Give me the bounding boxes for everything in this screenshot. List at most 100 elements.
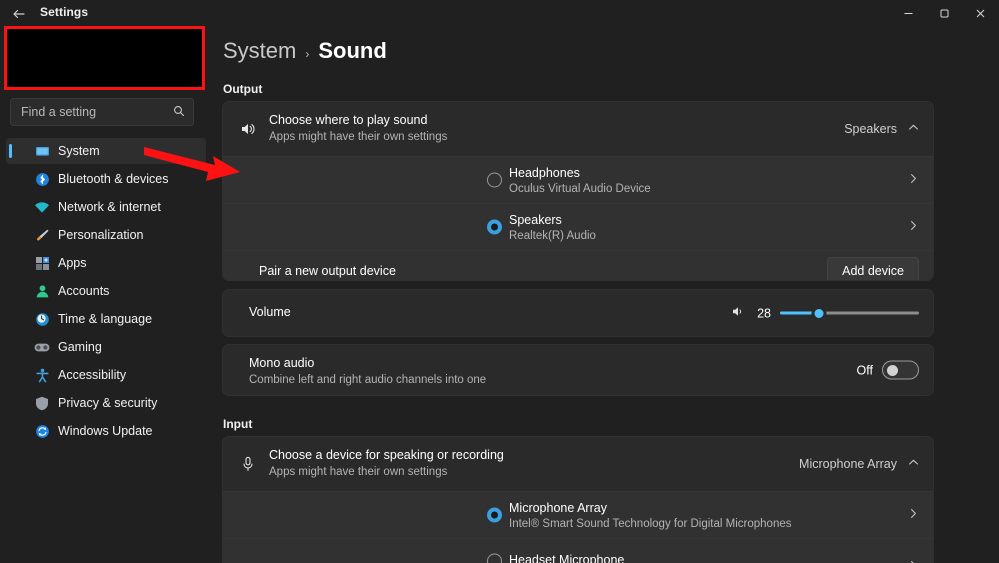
window-controls: [890, 0, 999, 26]
speaker-small-icon: [731, 305, 745, 322]
output-chooser-subtitle: Apps might have their own settings: [269, 131, 448, 143]
accessibility-icon: [34, 367, 50, 383]
volume-label: Volume: [249, 305, 291, 319]
sidebar-item-network-internet[interactable]: Network & internet: [6, 194, 206, 220]
pair-output-label: Pair a new output device: [259, 264, 396, 278]
breadcrumb: System › Sound: [223, 38, 387, 64]
output-device-headphones[interactable]: Headphones Oculus Virtual Audio Device: [223, 156, 933, 203]
input-device-name: Headset Microphone: [509, 553, 625, 563]
minimize-button[interactable]: [890, 0, 926, 26]
mono-audio-state: Off: [856, 363, 873, 377]
output-device-name: Headphones: [509, 166, 580, 180]
add-device-button[interactable]: Add device: [827, 257, 919, 280]
input-device-headset-microphone[interactable]: Headset Microphone: [223, 538, 933, 563]
sidebar: Find a setting System Bluetooth & device…: [0, 26, 212, 563]
volume-slider-group[interactable]: 28: [731, 305, 919, 322]
radio-speakers[interactable]: [487, 219, 502, 235]
input-chooser-title: Choose a device for speaking or recordin…: [269, 448, 504, 462]
sidebar-item-label: Bluetooth & devices: [58, 172, 169, 186]
main-content: System › Sound Output Choose where to pl…: [212, 26, 999, 563]
chevron-right-icon[interactable]: [908, 173, 919, 187]
window-title: Settings: [40, 5, 89, 19]
chevron-right-icon[interactable]: [908, 508, 919, 522]
search-placeholder: Find a setting: [21, 105, 97, 119]
sidebar-item-label: Time & language: [58, 312, 153, 326]
sidebar-item-accounts[interactable]: Accounts: [6, 278, 206, 304]
input-chooser-row[interactable]: Choose a device for speaking or recordin…: [223, 437, 933, 491]
input-card: Choose a device for speaking or recordin…: [222, 436, 934, 563]
sidebar-item-label: Accounts: [58, 284, 110, 298]
mono-audio-toggle[interactable]: [882, 360, 919, 380]
input-device-name: Microphone Array: [509, 501, 607, 515]
volume-row: Volume 28: [223, 290, 933, 336]
volume-value: 28: [757, 306, 771, 320]
gamepad-icon: [34, 339, 50, 355]
maximize-button[interactable]: [926, 0, 962, 26]
output-chooser-title: Choose where to play sound: [269, 113, 428, 127]
sidebar-item-privacy-security[interactable]: Privacy & security: [6, 390, 206, 416]
mono-audio-toggle-group[interactable]: Off: [856, 360, 919, 380]
input-section-label: Input: [223, 417, 253, 431]
chevron-up-icon[interactable]: [908, 457, 919, 471]
pair-output-device-row: Pair a new output device Add device: [223, 250, 933, 280]
mono-audio-title: Mono audio: [249, 356, 315, 370]
volume-card: Volume 28: [222, 289, 934, 337]
output-device-detail: Realtek(R) Audio: [509, 230, 596, 242]
output-section-label: Output: [223, 82, 263, 96]
sidebar-item-label: Apps: [58, 256, 87, 270]
settings-window: Settings Find a setting System Bluetooth…: [0, 0, 999, 563]
volume-slider-thumb[interactable]: [811, 305, 827, 321]
sidebar-item-label: Personalization: [58, 228, 144, 242]
sidebar-item-gaming[interactable]: Gaming: [6, 334, 206, 360]
close-button[interactable]: [962, 0, 999, 26]
sidebar-item-personalization[interactable]: Personalization: [6, 222, 206, 248]
sidebar-item-accessibility[interactable]: Accessibility: [6, 362, 206, 388]
clock-icon: [34, 311, 50, 327]
sidebar-item-label: Gaming: [58, 340, 102, 354]
apps-icon: [34, 255, 50, 271]
sidebar-item-windows-update[interactable]: Windows Update: [6, 418, 206, 444]
sidebar-item-label: Network & internet: [58, 200, 161, 214]
sidebar-item-apps[interactable]: Apps: [6, 250, 206, 276]
search-input[interactable]: Find a setting: [10, 98, 194, 126]
input-device-microphone-array[interactable]: Microphone Array Intel® Smart Sound Tech…: [223, 491, 933, 538]
monitor-icon: [34, 143, 50, 159]
input-device-detail: Intel® Smart Sound Technology for Digita…: [509, 518, 792, 530]
output-device-speakers[interactable]: Speakers Realtek(R) Audio: [223, 203, 933, 250]
sidebar-item-label: Privacy & security: [58, 396, 158, 410]
title-bar: Settings: [0, 0, 999, 26]
sidebar-item-label: System: [58, 144, 100, 158]
input-chooser-value: Microphone Array: [799, 457, 897, 471]
chevron-up-icon[interactable]: [908, 122, 919, 136]
sidebar-item-label: Accessibility: [58, 368, 127, 382]
person-icon: [34, 283, 50, 299]
output-card: Choose where to play sound Apps might ha…: [222, 101, 934, 281]
input-chooser-subtitle: Apps might have their own settings: [269, 466, 448, 478]
breadcrumb-separator-icon: ›: [305, 47, 310, 61]
wifi-icon: [34, 199, 50, 215]
sidebar-item-time-language[interactable]: Time & language: [6, 306, 206, 332]
bluetooth-icon: [34, 171, 50, 187]
page-title: Sound: [318, 38, 387, 63]
toggle-knob: [887, 364, 898, 376]
microphone-icon: [237, 453, 259, 475]
search-icon: [173, 105, 185, 120]
chevron-right-icon[interactable]: [908, 220, 919, 234]
shield-icon: [34, 395, 50, 411]
breadcrumb-parent[interactable]: System: [223, 38, 296, 64]
speaker-icon: [237, 118, 259, 140]
sidebar-item-label: Windows Update: [58, 424, 153, 438]
radio-microphone-array[interactable]: [487, 507, 502, 523]
redacted-account-area: [4, 26, 205, 90]
mono-audio-card: Mono audio Combine left and right audio …: [222, 344, 934, 396]
paintbrush-icon: [34, 227, 50, 243]
sidebar-item-bluetooth-devices[interactable]: Bluetooth & devices: [6, 166, 206, 192]
output-device-detail: Oculus Virtual Audio Device: [509, 183, 651, 195]
output-chooser-row[interactable]: Choose where to play sound Apps might ha…: [223, 102, 933, 156]
radio-headphones[interactable]: [487, 172, 502, 188]
radio-headset-microphone[interactable]: [487, 553, 502, 563]
back-arrow-icon[interactable]: [8, 4, 30, 24]
volume-slider-track[interactable]: [780, 305, 919, 321]
sidebar-item-system[interactable]: System: [6, 138, 206, 164]
mono-audio-row: Mono audio Combine left and right audio …: [223, 345, 933, 395]
